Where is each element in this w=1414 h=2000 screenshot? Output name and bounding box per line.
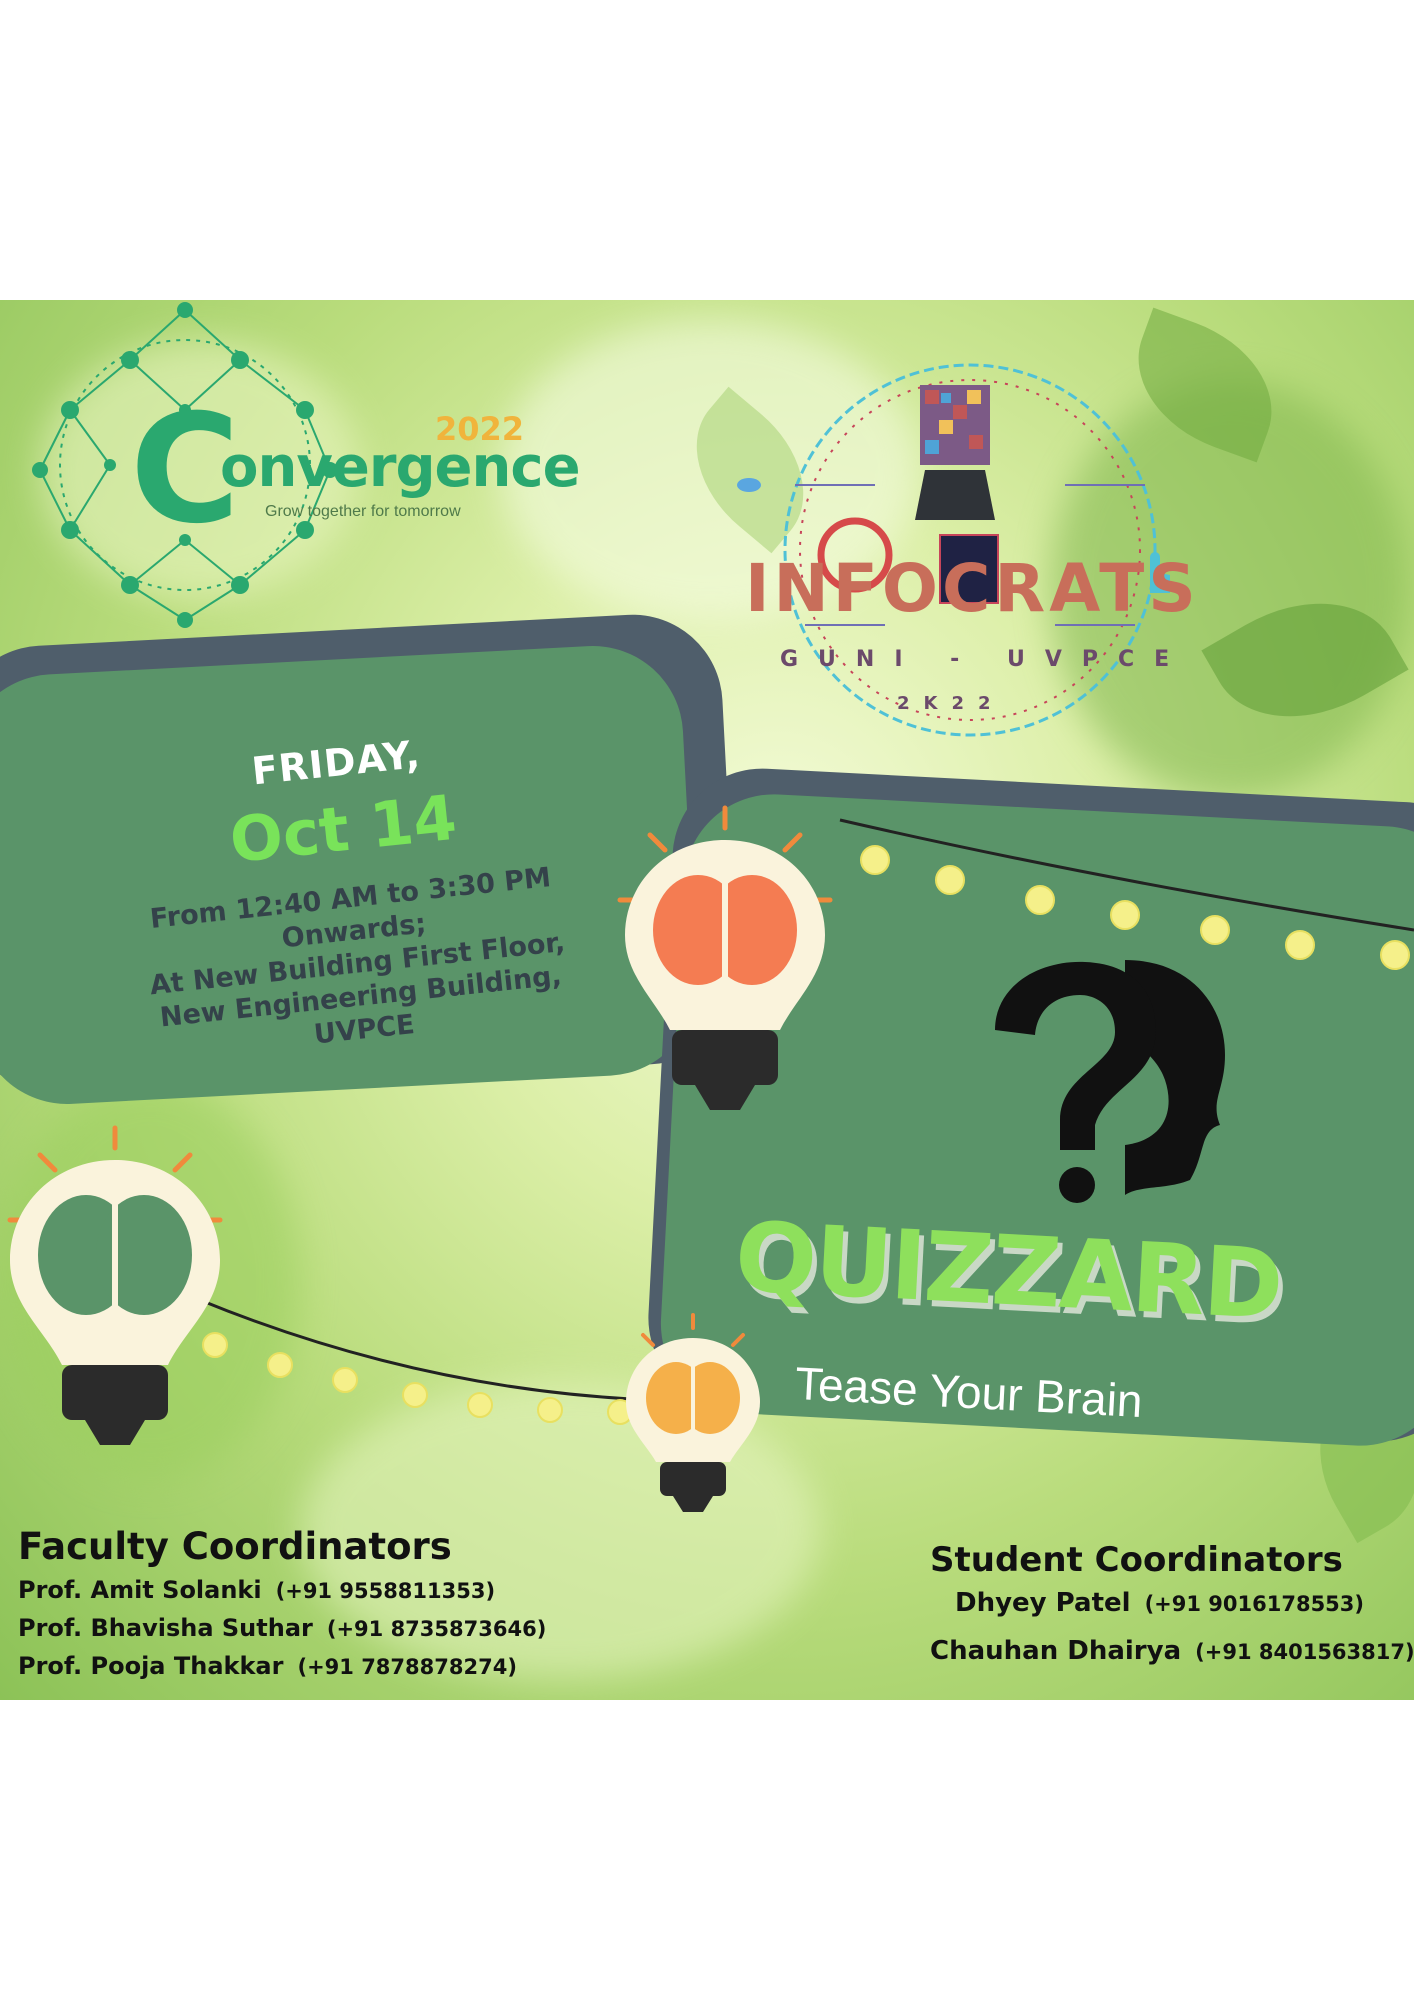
event-poster: C onvergence 2022 Grow together for tomo…	[0, 300, 1414, 1700]
question-head-icon	[995, 960, 1225, 1203]
student-name: Chauhan Dhairya	[930, 1636, 1182, 1666]
faculty-row: Prof. Bhavisha Suthar (+91 8735873646)	[18, 1614, 546, 1642]
faculty-phone: (+91 7878878274)	[297, 1655, 517, 1679]
student-phone: (+91 8401563817)	[1195, 1640, 1414, 1664]
faculty-row: Prof. Pooja Thakkar (+91 7878878274)	[18, 1652, 546, 1680]
faculty-phone: (+91 8735873646)	[326, 1617, 547, 1641]
faculty-name: Prof. Pooja Thakkar	[18, 1652, 284, 1680]
student-name: Dhyey Patel	[955, 1588, 1131, 1618]
event-details-block: FRIDAY, Oct 14 From 12:40 AM to 3:30 PM …	[55, 712, 644, 1077]
student-heading: Student Coordinators	[930, 1540, 1343, 1580]
lightbulb-brain-icon	[617, 805, 833, 1110]
student-phone: (+91 9016178553)	[1144, 1592, 1365, 1616]
student-coordinators: Student Coordinators Dhyey Patel (+91 901…	[930, 1540, 1414, 1676]
faculty-name: Prof. Bhavisha Suthar	[18, 1614, 313, 1642]
faculty-heading: Faculty Coordinators	[18, 1525, 452, 1568]
student-row: Chauhan Dhairya (+91 8401563817)	[930, 1636, 1414, 1666]
faculty-phone: (+91 9558811353)	[275, 1579, 496, 1603]
lightbulb-brain-icon	[626, 1313, 760, 1512]
lightbulb-brain-icon	[7, 1125, 223, 1445]
faculty-coordinators: Faculty Coordinators Prof. Amit Solanki (…	[18, 1525, 546, 1690]
faculty-name: Prof. Amit Solanki	[18, 1576, 262, 1604]
faculty-row: Prof. Amit Solanki (+91 9558811353)	[18, 1576, 546, 1604]
student-row: Dhyey Patel (+91 9016178553)	[955, 1588, 1414, 1618]
